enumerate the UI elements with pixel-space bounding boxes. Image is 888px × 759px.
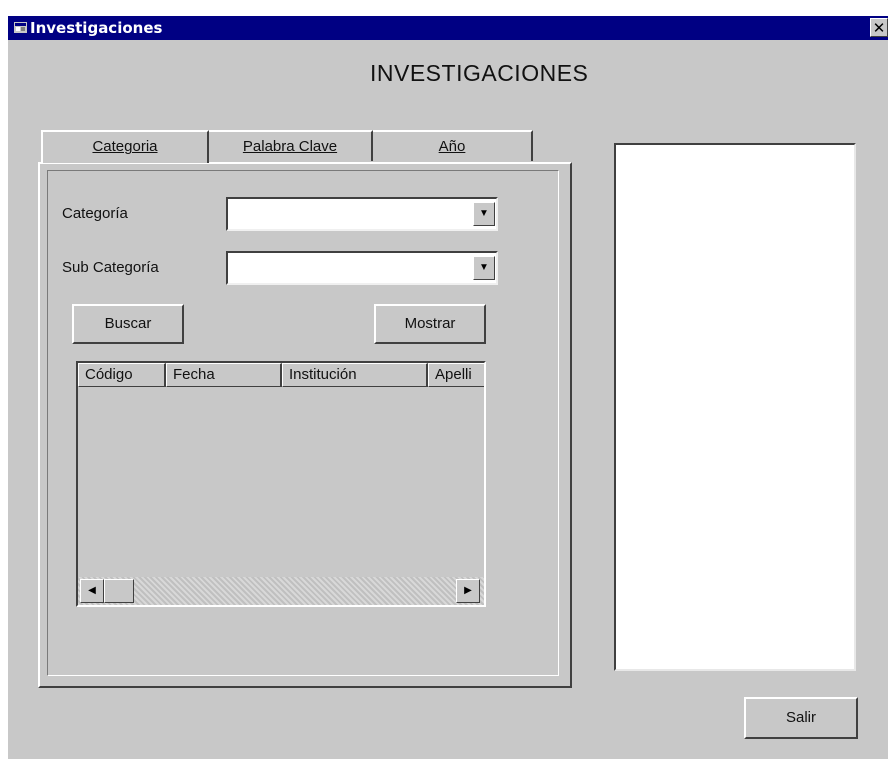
salir-button[interactable]: Salir bbox=[744, 697, 858, 739]
results-grid[interactable]: Código Fecha Institución Apelli ◀ ▶ bbox=[76, 361, 486, 607]
scroll-left-icon[interactable]: ◀ bbox=[80, 579, 104, 603]
tab-categoria[interactable]: Categoria bbox=[41, 130, 209, 163]
title-bar: Investigaciones ✕ bbox=[8, 16, 888, 40]
buscar-button[interactable]: Buscar bbox=[72, 304, 184, 344]
scroll-right-icon[interactable]: ▶ bbox=[456, 579, 480, 603]
column-header-fecha[interactable]: Fecha bbox=[166, 363, 282, 387]
tab-anio[interactable]: Año bbox=[373, 130, 533, 161]
tab-panel-categoria: Categoría ▼ Sub Categoría ▼ Buscar Mostr… bbox=[38, 162, 572, 688]
horizontal-scrollbar[interactable]: ◀ ▶ bbox=[78, 577, 484, 605]
column-header-apellido[interactable]: Apelli bbox=[428, 363, 484, 387]
scroll-thumb[interactable] bbox=[104, 579, 134, 603]
subcategoria-label: Sub Categoría bbox=[62, 259, 159, 276]
tab-categoria-label: Categoria bbox=[92, 138, 158, 155]
categoria-select[interactable]: ▼ bbox=[226, 197, 498, 231]
tab-palabra-clave[interactable]: Palabra Clave bbox=[209, 130, 373, 161]
panel-inner-frame: Categoría ▼ Sub Categoría ▼ Buscar Mostr… bbox=[47, 170, 559, 676]
results-listbox[interactable] bbox=[614, 143, 856, 671]
window-app-icon bbox=[14, 22, 27, 33]
grid-header: Código Fecha Institución Apelli bbox=[78, 363, 484, 387]
investigaciones-window: Investigaciones ✕ INVESTIGACIONES Catego… bbox=[8, 16, 888, 759]
subcategoria-select[interactable]: ▼ bbox=[226, 251, 498, 285]
categoria-label: Categoría bbox=[62, 205, 128, 222]
mostrar-button[interactable]: Mostrar bbox=[374, 304, 486, 344]
chevron-down-icon[interactable]: ▼ bbox=[473, 202, 495, 226]
column-header-institucion[interactable]: Institución bbox=[282, 363, 428, 387]
tab-palabra-clave-label: Palabra Clave bbox=[242, 138, 338, 155]
column-header-codigo[interactable]: Código bbox=[78, 363, 166, 387]
close-button[interactable]: ✕ bbox=[870, 18, 888, 37]
page-title: INVESTIGACIONES bbox=[370, 60, 589, 86]
close-icon: ✕ bbox=[872, 19, 886, 37]
window-title: Investigaciones bbox=[30, 19, 163, 37]
chevron-down-icon[interactable]: ▼ bbox=[473, 256, 495, 280]
tab-anio-label: Año bbox=[438, 138, 466, 155]
